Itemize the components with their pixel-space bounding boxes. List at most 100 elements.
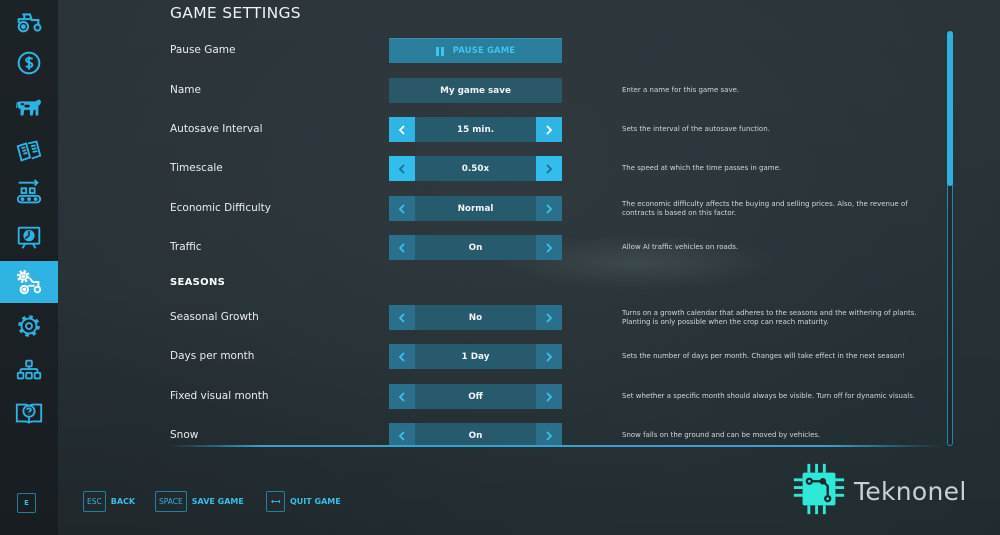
- description-text: Sets the number of days per month. Chang…: [622, 352, 905, 361]
- previous-option-button[interactable]: [389, 305, 415, 330]
- previous-option-button[interactable]: [389, 196, 415, 221]
- sidebar-item-production[interactable]: [0, 172, 58, 214]
- setting-label: Timescale: [170, 162, 223, 174]
- key-hint-e[interactable]: E: [17, 493, 36, 513]
- setting-description: Sets the interval of the autosave functi…: [622, 113, 922, 146]
- game-name-input[interactable]: My game save: [389, 78, 562, 103]
- setting-row-traffic: Traffic On Allow AI traffic vehicles on ro…: [160, 235, 950, 260]
- space-keycap: SPACE: [155, 491, 187, 512]
- chevron-left-icon: [398, 351, 406, 362]
- option-value: No: [415, 305, 536, 330]
- previous-option-button[interactable]: [389, 235, 415, 260]
- sidebar-item-contracts[interactable]: [0, 130, 58, 172]
- option-value: On: [415, 423, 536, 446]
- setting-row-snow: Snow On Snow falls on the ground and can b…: [160, 423, 950, 446]
- description-text: Sets the interval of the autosave functi…: [622, 125, 770, 134]
- chevron-right-icon: [545, 391, 553, 402]
- back-button[interactable]: ESC BACK: [83, 491, 135, 512]
- sidebar-item-hierarchy[interactable]: [0, 349, 58, 391]
- pause-icon: [435, 46, 444, 56]
- sidebar-item-animals[interactable]: [0, 86, 58, 128]
- autosave-interval-stepper: 15 min.: [389, 117, 562, 142]
- chevron-right-icon: [545, 430, 553, 441]
- setting-label: Autosave Interval: [170, 123, 263, 135]
- chevron-right-icon: [545, 203, 553, 214]
- previous-option-button[interactable]: [389, 344, 415, 369]
- sidebar-item-help[interactable]: [0, 392, 58, 434]
- gear-tractor-icon: [14, 267, 44, 297]
- next-option-button[interactable]: [536, 344, 562, 369]
- chevron-left-icon: [398, 203, 406, 214]
- setting-row-name: Name My game save Enter a name for this ga…: [160, 78, 950, 103]
- previous-option-button[interactable]: [389, 156, 415, 181]
- setting-row-economic-difficulty: Economic Difficulty Normal The economic di…: [160, 196, 950, 221]
- sidebar-item-vehicles[interactable]: [0, 0, 58, 42]
- setting-label: Economic Difficulty: [170, 202, 271, 214]
- sidebar-item-game-settings[interactable]: [0, 261, 58, 303]
- chevron-left-icon: [398, 242, 406, 253]
- section-header-seasons: SEASONS: [170, 277, 226, 288]
- description-text: The speed at which the time passes in ga…: [622, 164, 782, 173]
- sidebar-item-general-settings[interactable]: [0, 305, 58, 347]
- next-option-button[interactable]: [536, 384, 562, 409]
- option-value: 15 min.: [415, 117, 536, 142]
- description-text: Set whether a specific month should alwa…: [622, 392, 916, 401]
- next-option-button[interactable]: [536, 117, 562, 142]
- quit-game-label: QUIT GAME: [290, 497, 341, 506]
- setting-description: Enter a name for this game save.: [622, 74, 922, 107]
- setting-label: Days per month: [170, 350, 255, 362]
- chevron-left-icon: [398, 312, 406, 323]
- previous-option-button[interactable]: [389, 384, 415, 409]
- sidebar-item-statistics[interactable]: [0, 217, 58, 259]
- seasonal-growth-stepper: No: [389, 305, 562, 330]
- save-game-button[interactable]: SPACE SAVE GAME: [155, 491, 244, 512]
- setting-description: The economic difficulty affects the buyi…: [622, 192, 922, 225]
- chevron-right-icon: [545, 242, 553, 253]
- dollar-icon: [14, 48, 44, 78]
- description-text: Allow AI traffic vehicles on roads.: [622, 243, 739, 252]
- setting-row-seasonal-growth: Seasonal Growth No Turns on a growth calen…: [160, 305, 950, 330]
- traffic-stepper: On: [389, 235, 562, 260]
- back-label: BACK: [110, 497, 136, 506]
- setting-label: Fixed visual month: [170, 390, 269, 402]
- next-option-button[interactable]: [536, 235, 562, 260]
- option-value: Off: [415, 384, 536, 409]
- previous-option-button[interactable]: [389, 117, 415, 142]
- setting-label: Seasonal Growth: [170, 311, 259, 323]
- settings-scrollbar[interactable]: [947, 31, 953, 446]
- exit-key-icon: [266, 491, 285, 512]
- option-value: 0.50x: [415, 156, 536, 181]
- next-option-button[interactable]: [536, 156, 562, 181]
- next-option-button[interactable]: [536, 196, 562, 221]
- chevron-right-icon: [545, 312, 553, 323]
- timescale-stepper: 0.50x: [389, 156, 562, 181]
- next-option-button[interactable]: [536, 305, 562, 330]
- setting-label: Traffic: [170, 241, 202, 253]
- quit-game-button[interactable]: QUIT GAME: [266, 491, 341, 512]
- setting-row-fixed-visual-month: Fixed visual month Off Set whether a speci…: [160, 384, 950, 409]
- option-value: Normal: [415, 196, 536, 221]
- pause-game-button[interactable]: PAUSE GAME: [389, 38, 562, 63]
- chevron-left-icon: [398, 430, 406, 441]
- chevron-left-icon: [398, 163, 406, 174]
- setting-row-pause-game: Pause Game PAUSE GAME: [160, 38, 950, 63]
- economic-difficulty-stepper: Normal: [389, 196, 562, 221]
- settings-list: Pause Game PAUSE GAME Name My game save Ente…: [160, 28, 950, 446]
- previous-option-button[interactable]: [389, 423, 415, 446]
- chevron-right-icon: [545, 163, 553, 174]
- chevron-right-icon: [545, 124, 553, 135]
- fixed-visual-month-stepper: Off: [389, 384, 562, 409]
- setting-row-timescale: Timescale 0.50x The speed at which the tim…: [160, 156, 950, 181]
- description-text: Enter a name for this game save.: [622, 86, 740, 95]
- sidebar: E: [0, 0, 58, 535]
- save-game-label: SAVE GAME: [191, 497, 244, 506]
- description-text: Snow falls on the ground and can be move…: [622, 431, 821, 440]
- pause-game-label: PAUSE GAME: [452, 46, 516, 56]
- setting-row-autosave-interval: Autosave Interval 15 min. Sets the interva…: [160, 117, 950, 142]
- watermark-logo: Teknonel: [790, 462, 967, 520]
- chip-icon: [790, 460, 848, 522]
- setting-description: Set whether a specific month should alwa…: [622, 380, 922, 413]
- next-option-button[interactable]: [536, 423, 562, 446]
- sidebar-item-finances[interactable]: [0, 42, 58, 84]
- scrollbar-thumb[interactable]: [947, 31, 953, 186]
